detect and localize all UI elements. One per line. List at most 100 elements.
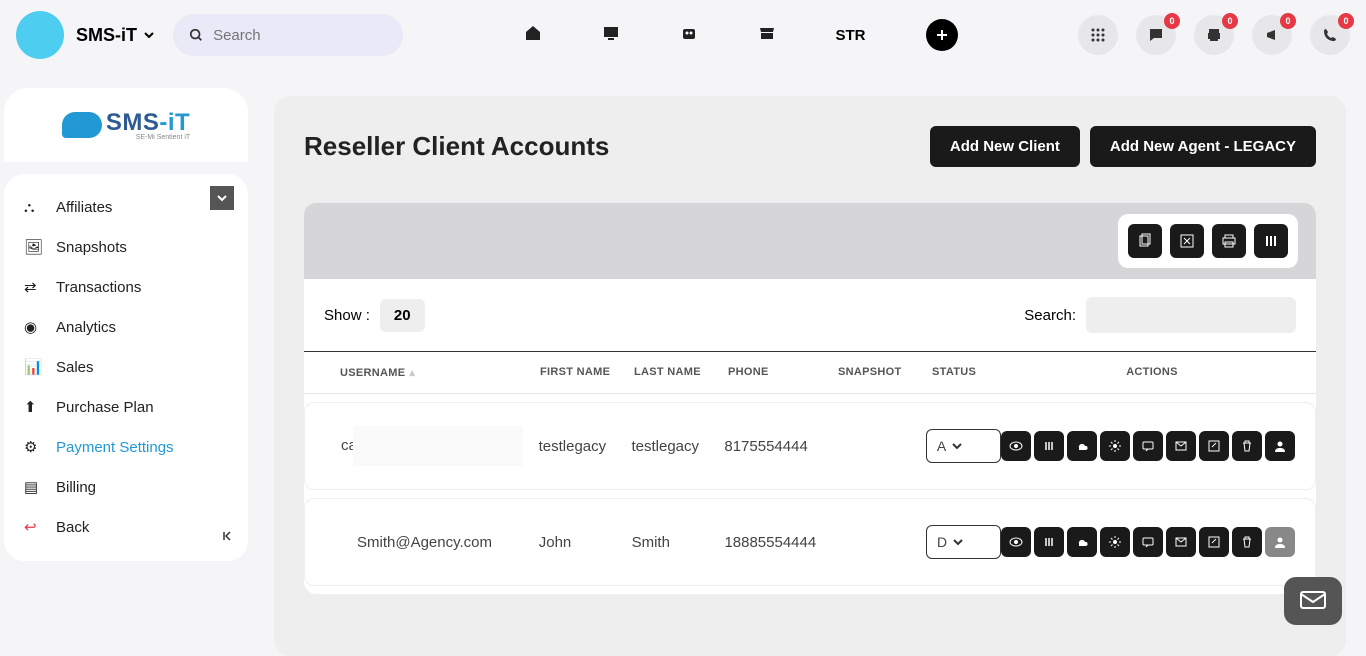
view-icon[interactable]	[1001, 431, 1031, 461]
sales-icon: 📊	[24, 358, 42, 376]
sidebar-item-label: Sales	[56, 359, 94, 376]
billing-icon: ▤	[24, 478, 42, 496]
cell-last-name: testlegacy	[631, 438, 724, 455]
show-select[interactable]: 20	[380, 299, 425, 332]
search-icon	[189, 27, 203, 43]
sidebar-item-billing[interactable]: ▤ Billing	[4, 467, 248, 507]
table-row: Smith@Agency.com John Smith 18885554444 …	[304, 498, 1316, 586]
megaphone-icon[interactable]: 0	[1252, 15, 1292, 55]
edit-icon[interactable]	[1199, 431, 1229, 461]
home-icon[interactable]	[524, 24, 542, 47]
add-button[interactable]	[926, 19, 958, 51]
col-phone[interactable]: PHONE	[728, 366, 838, 379]
table-search-control: Search:	[1024, 297, 1296, 333]
view-icon[interactable]	[1001, 527, 1031, 557]
redacted-area	[353, 426, 523, 466]
sidebar-item-label: Back	[56, 519, 89, 536]
chat-icon[interactable]: 0	[1136, 15, 1176, 55]
main-content: Reseller Client Accounts Add New Client …	[274, 96, 1346, 656]
gear-icon[interactable]	[1100, 431, 1130, 461]
user-avatar[interactable]	[16, 11, 64, 59]
user-icon[interactable]	[1265, 527, 1295, 557]
print-icon[interactable]: 0	[1194, 15, 1234, 55]
excel-icon[interactable]	[1170, 224, 1204, 258]
top-header: SMS-iT STR 0 0 0 0	[0, 0, 1366, 70]
cell-last-name: Smith	[632, 534, 725, 551]
collapse-icon[interactable]	[220, 528, 236, 549]
str-label[interactable]: STR	[836, 27, 866, 44]
table-controls: Show : 20 Search:	[304, 279, 1316, 352]
add-new-client-button[interactable]: Add New Client	[930, 126, 1080, 167]
sort-icon: ▴	[409, 367, 415, 379]
col-status[interactable]: STATUS	[932, 366, 1008, 379]
print-icon[interactable]	[1212, 224, 1246, 258]
apps-icon[interactable]	[1078, 15, 1118, 55]
badge: 0	[1222, 13, 1238, 29]
search-input[interactable]	[213, 27, 387, 44]
page-actions: Add New Client Add New Agent - LEGACY	[930, 126, 1316, 167]
search-box[interactable]	[173, 14, 403, 56]
add-new-agent-button[interactable]: Add New Agent - LEGACY	[1090, 126, 1316, 167]
chat-icon[interactable]	[1133, 431, 1163, 461]
store-icon[interactable]	[758, 24, 776, 47]
sidebar-item-label: Transactions	[56, 279, 141, 296]
col-last-name[interactable]: LAST NAME	[634, 366, 728, 379]
col-snapshot[interactable]: SNAPSHOT	[838, 366, 932, 379]
menu-icon[interactable]	[1034, 527, 1064, 557]
col-first-name[interactable]: FIRST NAME	[540, 366, 634, 379]
header-nav: STR	[403, 19, 1078, 51]
snapshots-icon: 🖼	[24, 238, 42, 256]
logo: SMS-iT SE-Mi Sentient iT	[62, 109, 190, 142]
brand-selector[interactable]: SMS-iT	[76, 25, 155, 46]
sidebar-item-payment-settings[interactable]: ⚙Payment Settings	[4, 427, 248, 467]
phone-icon[interactable]: 0	[1310, 15, 1350, 55]
columns-icon[interactable]	[1254, 224, 1288, 258]
sidebar-item-label: Billing	[56, 479, 96, 496]
brand-label: SMS-iT	[76, 25, 137, 46]
menu-icon[interactable]	[1034, 431, 1064, 461]
status-select[interactable]: A	[926, 429, 1001, 463]
cell-actions	[1001, 527, 1295, 557]
status-select[interactable]: D	[926, 525, 1001, 559]
delete-icon[interactable]	[1232, 431, 1262, 461]
badge: 0	[1164, 13, 1180, 29]
cloud-icon[interactable]	[1067, 431, 1097, 461]
affiliates-icon: ⛬	[24, 199, 42, 216]
robot-icon[interactable]	[680, 24, 698, 47]
col-actions: ACTIONS	[1008, 366, 1296, 379]
sidebar-item-analytics[interactable]: ◉Analytics	[4, 307, 248, 347]
nav-toggle[interactable]	[210, 186, 234, 210]
floating-chat-button[interactable]	[1284, 577, 1342, 625]
cell-first-name: testlegacy	[539, 438, 632, 455]
col-username[interactable]: USERNAME▴	[340, 366, 540, 379]
sidebar-item-sales[interactable]: 📊 Sales	[4, 347, 248, 387]
table-search-input[interactable]	[1086, 297, 1296, 333]
mail-icon[interactable]	[1166, 527, 1196, 557]
edit-icon[interactable]	[1199, 527, 1229, 557]
table-toolbar	[304, 203, 1316, 279]
mail-icon[interactable]	[1166, 431, 1196, 461]
page-title: Reseller Client Accounts	[304, 131, 609, 162]
sidebar-item-label: Affiliates	[56, 199, 112, 216]
search-label: Search:	[1024, 307, 1076, 324]
sidebar-item-purchase-plan[interactable]: ⬆Purchase Plan	[4, 387, 248, 427]
sidebar-item-transactions[interactable]: ⇄Transactions	[4, 267, 248, 307]
user-icon[interactable]	[1265, 431, 1295, 461]
cloud-icon[interactable]	[1067, 527, 1097, 557]
gear-icon[interactable]	[1100, 527, 1130, 557]
cell-phone: 18885554444	[724, 534, 833, 551]
cloud-icon	[62, 112, 102, 138]
header-right: 0 0 0 0	[1078, 15, 1350, 55]
toolbar-icons	[1118, 214, 1298, 268]
badge: 0	[1280, 13, 1296, 29]
sidebar-item-back[interactable]: ↩Back	[4, 507, 248, 547]
delete-icon[interactable]	[1232, 527, 1262, 557]
sidebar-item-label: Purchase Plan	[56, 399, 154, 416]
show-control: Show : 20	[324, 299, 425, 332]
sidebar-item-snapshots[interactable]: 🖼Snapshots	[4, 227, 248, 267]
monitor-icon[interactable]	[602, 24, 620, 47]
copy-icon[interactable]	[1128, 224, 1162, 258]
sidebar-item-label: Payment Settings	[56, 439, 174, 456]
chat-icon[interactable]	[1133, 527, 1163, 557]
cell-first-name: John	[539, 534, 632, 551]
